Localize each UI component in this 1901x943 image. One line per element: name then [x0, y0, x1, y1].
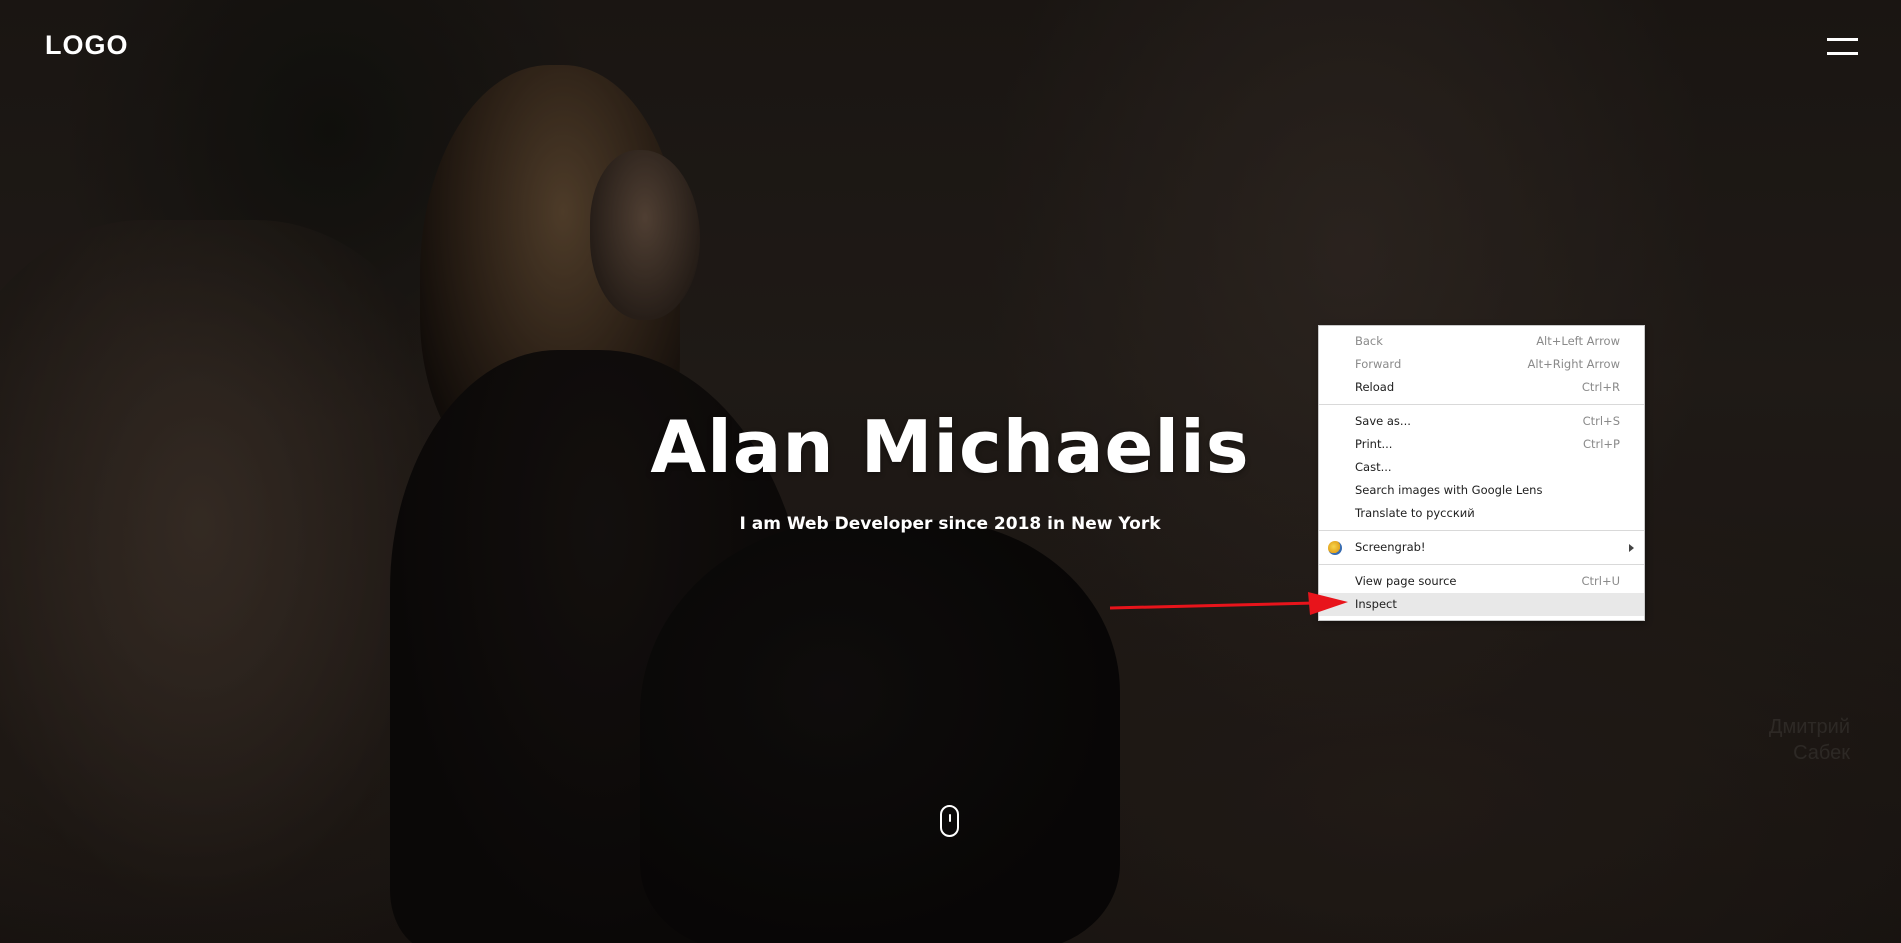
menu-item-shortcut: Alt+Right Arrow — [1527, 357, 1620, 371]
menu-separator — [1319, 530, 1644, 531]
menu-item-view-source[interactable]: View page source Ctrl+U — [1319, 570, 1644, 593]
hero-subtitle: I am Web Developer since 2018 in New Yor… — [739, 514, 1161, 534]
menu-item-label: Screengrab! — [1355, 540, 1426, 554]
menu-item-shortcut: Ctrl+S — [1582, 414, 1620, 428]
site-logo[interactable]: LOGO — [45, 30, 129, 61]
menu-item-inspect[interactable]: Inspect — [1319, 593, 1644, 616]
screengrab-icon — [1328, 541, 1342, 555]
mouse-wheel — [949, 814, 951, 822]
menu-item-print[interactable]: Print... Ctrl+P — [1319, 433, 1644, 456]
menu-item-shortcut: Ctrl+R — [1581, 380, 1620, 394]
menu-item-shortcut: Ctrl+U — [1581, 574, 1620, 588]
menu-item-reload[interactable]: Reload Ctrl+R — [1319, 376, 1644, 399]
watermark: Дмитрий Сабек — [1700, 714, 1850, 766]
menu-item-label: Search images with Google Lens — [1355, 483, 1543, 497]
watermark-line-1: Дмитрий — [1768, 716, 1850, 738]
menu-item-label: Translate to русский — [1355, 506, 1475, 520]
menu-item-back[interactable]: Back Alt+Left Arrow — [1319, 330, 1644, 353]
menu-item-save-as[interactable]: Save as... Ctrl+S — [1319, 410, 1644, 433]
menu-item-shortcut: Alt+Left Arrow — [1536, 334, 1620, 348]
menu-item-label: Back — [1355, 334, 1383, 348]
menu-item-forward[interactable]: Forward Alt+Right Arrow — [1319, 353, 1644, 376]
hamburger-line-bottom — [1827, 52, 1858, 55]
menu-item-translate[interactable]: Translate to русский — [1319, 502, 1644, 525]
menu-item-label: Save as... — [1355, 414, 1411, 428]
menu-item-screengrab[interactable]: Screengrab! — [1319, 536, 1644, 559]
context-menu: Back Alt+Left Arrow Forward Alt+Right Ar… — [1318, 325, 1645, 621]
hamburger-line-top — [1827, 38, 1858, 41]
menu-item-label: Print... — [1355, 437, 1393, 451]
watermark-line-2: Сабек — [1793, 742, 1850, 764]
submenu-arrow-icon — [1629, 544, 1634, 552]
mouse-scroll-icon[interactable] — [940, 805, 959, 837]
menu-item-cast[interactable]: Cast... — [1319, 456, 1644, 479]
menu-item-label: Forward — [1355, 357, 1402, 371]
menu-item-label: View page source — [1355, 574, 1457, 588]
hero-title: Alan Michaelis — [650, 405, 1250, 489]
menu-item-google-lens[interactable]: Search images with Google Lens — [1319, 479, 1644, 502]
menu-separator — [1319, 404, 1644, 405]
menu-item-label: Reload — [1355, 380, 1395, 394]
menu-item-shortcut: Ctrl+P — [1582, 437, 1620, 451]
menu-separator — [1319, 564, 1644, 565]
menu-item-label: Inspect — [1355, 597, 1397, 611]
hamburger-icon[interactable] — [1827, 38, 1858, 58]
menu-item-label: Cast... — [1355, 460, 1392, 474]
